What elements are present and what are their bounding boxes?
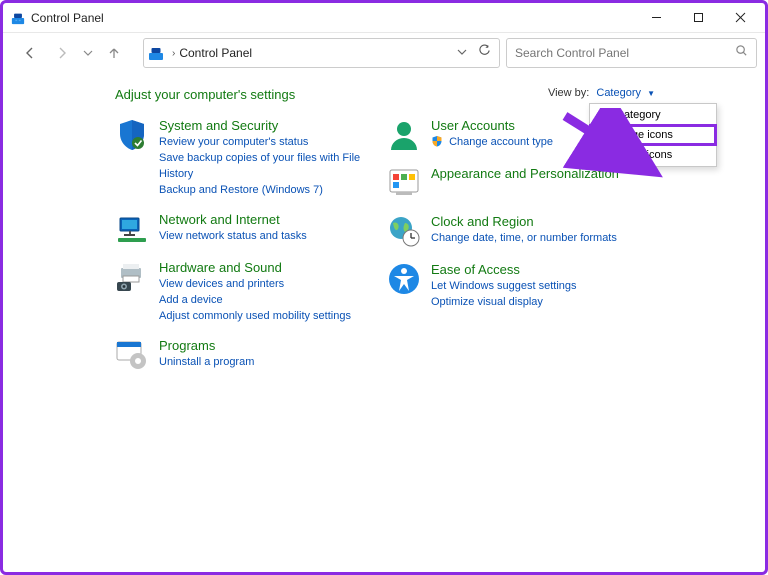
controlpanel-icon — [148, 45, 164, 61]
subtask-link[interactable]: Change account type — [431, 134, 553, 150]
subtask-label: Change account type — [449, 136, 553, 148]
address-bar[interactable]: › Control Panel — [143, 38, 500, 68]
category-link[interactable]: Programs — [159, 338, 254, 354]
subtask-link[interactable]: Let Windows suggest settings — [431, 278, 577, 294]
viewby-option-large-icons[interactable]: Large icons — [590, 125, 716, 145]
category-system-security: System and Security Review your computer… — [115, 118, 385, 198]
viewby-current: Category — [596, 87, 641, 99]
address-dropdown-button[interactable] — [451, 44, 473, 62]
subtask-link[interactable]: Change date, time, or number formats — [431, 230, 617, 246]
window-title: Control Panel — [31, 11, 635, 25]
search-bar[interactable] — [506, 38, 757, 68]
forward-button[interactable] — [49, 40, 75, 66]
uac-shield-icon — [431, 135, 443, 147]
clock-globe-icon — [387, 214, 421, 248]
category-programs: Programs Uninstall a program — [115, 338, 385, 372]
programs-icon — [115, 338, 149, 372]
search-input[interactable] — [515, 46, 735, 60]
viewby-selector[interactable]: Category ▼ — [596, 87, 655, 99]
recent-dropdown-button[interactable] — [81, 40, 95, 66]
chevron-down-icon: ▼ — [647, 89, 655, 98]
option-label: Large icons — [616, 129, 673, 141]
subtask-link[interactable]: View network status and tasks — [159, 228, 307, 244]
category-link[interactable]: Clock and Region — [431, 214, 617, 230]
controlpanel-app-icon — [11, 11, 25, 25]
minimize-button[interactable] — [635, 4, 677, 32]
viewby-option-small-icons[interactable]: Small icons — [590, 145, 716, 165]
option-label: Category — [616, 109, 661, 121]
titlebar: Control Panel — [3, 3, 765, 33]
breadcrumb[interactable]: Control Panel — [179, 46, 252, 60]
category-clock-region: Clock and Region Change date, time, or n… — [387, 214, 745, 248]
option-label: Small icons — [616, 149, 672, 161]
network-icon — [115, 212, 149, 246]
viewby-control: View by: Category ▼ — [548, 87, 655, 99]
subtask-link[interactable]: Backup and Restore (Windows 7) — [159, 182, 385, 198]
subtask-link[interactable]: Review your computer's status — [159, 134, 385, 150]
category-link[interactable]: Hardware and Sound — [159, 260, 351, 276]
search-icon[interactable] — [735, 44, 748, 62]
subtask-link[interactable]: Uninstall a program — [159, 354, 254, 370]
subtask-link[interactable]: Adjust commonly used mobility settings — [159, 308, 351, 324]
category-link[interactable]: Appearance and Personalization — [431, 166, 619, 182]
category-link[interactable]: System and Security — [159, 118, 385, 134]
viewby-option-category[interactable]: • Category — [590, 105, 716, 125]
subtask-link[interactable]: View devices and printers — [159, 276, 351, 292]
chevron-right-icon[interactable]: › — [168, 48, 179, 59]
category-link[interactable]: Network and Internet — [159, 212, 307, 228]
printer-camera-icon — [115, 260, 149, 294]
accessibility-icon — [387, 262, 421, 296]
subtask-link[interactable]: Optimize visual display — [431, 294, 577, 310]
category-hardware-sound: Hardware and Sound View devices and prin… — [115, 260, 385, 324]
shield-icon — [115, 118, 149, 152]
refresh-button[interactable] — [473, 44, 495, 62]
back-button[interactable] — [17, 40, 43, 66]
category-link[interactable]: Ease of Access — [431, 262, 577, 278]
category-network-internet: Network and Internet View network status… — [115, 212, 385, 246]
category-ease-of-access: Ease of Access Let Windows suggest setti… — [387, 262, 745, 310]
navbar: › Control Panel — [3, 33, 765, 73]
close-button[interactable] — [719, 4, 761, 32]
up-button[interactable] — [101, 40, 127, 66]
category-appearance: Appearance and Personalization — [387, 166, 745, 200]
viewby-dropdown: • Category Large icons Small icons — [589, 103, 717, 167]
viewby-label: View by: — [548, 87, 589, 99]
bullet-icon: • — [600, 111, 603, 120]
subtask-link[interactable]: Add a device — [159, 292, 351, 308]
maximize-button[interactable] — [677, 4, 719, 32]
user-icon — [387, 118, 421, 152]
subtask-link[interactable]: Save backup copies of your files with Fi… — [159, 150, 385, 182]
category-link[interactable]: User Accounts — [431, 118, 553, 134]
personalize-icon — [387, 166, 421, 200]
